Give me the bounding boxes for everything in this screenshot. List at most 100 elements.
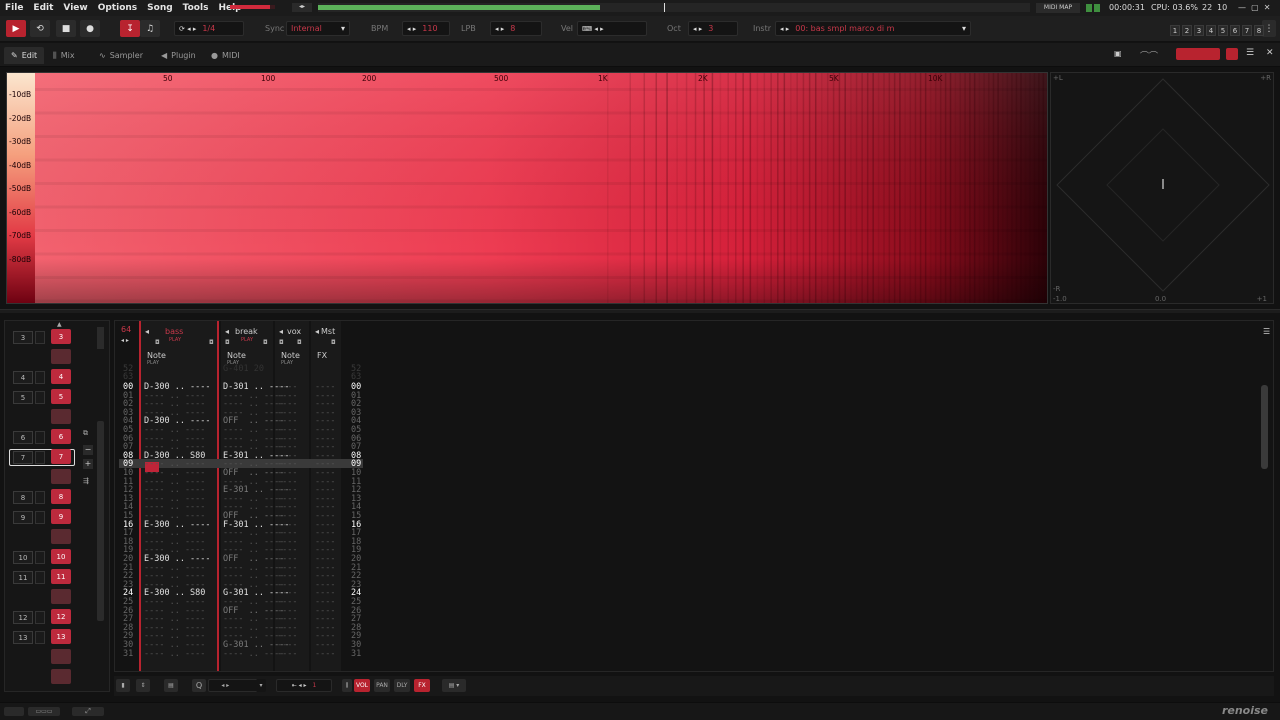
tab-mix[interactable]: ⫼ Mix <box>46 47 82 64</box>
window-controls[interactable]: — ▢ ✕ <box>1238 3 1270 12</box>
pattern-chip[interactable] <box>51 529 71 544</box>
pattern-chip[interactable]: 5 <box>51 389 71 404</box>
pattern-menu-icon[interactable]: ☰ <box>1263 327 1270 336</box>
follow-button[interactable]: ↧ <box>120 20 140 37</box>
menu-view[interactable]: View <box>58 3 92 13</box>
track-header-master[interactable]: ◂ Mst <box>311 323 341 339</box>
splitter[interactable] <box>0 309 1280 313</box>
track-button-2[interactable]: 2 <box>1182 25 1192 36</box>
column-icon[interactable]: ⫼ <box>342 679 352 692</box>
pattern-chip[interactable] <box>51 649 71 664</box>
search-icon[interactable]: Q <box>192 679 206 692</box>
pattern-chip[interactable]: 9 <box>51 509 71 524</box>
song-position-bar[interactable] <box>318 3 1030 12</box>
sequence-mute-box[interactable] <box>35 331 45 344</box>
pattern-chip[interactable]: 13 <box>51 629 71 644</box>
sequence-slot[interactable]: 6 <box>13 431 33 444</box>
sequencer-scrollbar[interactable] <box>97 421 104 621</box>
more-icon[interactable]: ⋮ <box>1262 20 1276 37</box>
pattern-chip[interactable] <box>51 669 71 684</box>
bpm-field[interactable]: ◂ ▸ 110 <box>402 21 450 36</box>
add-button[interactable]: + <box>83 459 93 469</box>
lpb-field[interactable]: ◂ ▸ 8 <box>490 21 542 36</box>
sequence-mute-box[interactable] <box>35 491 45 504</box>
metronome-button[interactable]: ♫ <box>140 20 160 37</box>
settings-icon[interactable]: ▣ <box>1114 49 1122 59</box>
pattern-cell-empty[interactable]: ---- <box>315 649 335 659</box>
track-button-7[interactable]: 7 <box>1242 25 1252 36</box>
octave-field[interactable]: ◂ ▸ 3 <box>688 21 738 36</box>
record-small-button[interactable] <box>1226 48 1238 60</box>
sequence-slot[interactable]: 8 <box>13 491 33 504</box>
pattern-editor[interactable]: 64 ◂ ▸ ◂ bass PLAY ◘ ◘ Note PLAY ◂ break ◘ … <box>114 320 1274 672</box>
pattern-scrollbar[interactable] <box>1261 385 1268 469</box>
pattern-position[interactable]: ⟳ ◂ ▸ 1/4 <box>174 21 244 36</box>
scroll-up-icon[interactable]: ▲ <box>57 321 62 328</box>
pattern-chip[interactable]: 4 <box>51 369 71 384</box>
remove-button[interactable]: − <box>83 445 93 455</box>
track-button-6[interactable]: 6 <box>1230 25 1240 36</box>
record-button[interactable]: ● <box>80 20 100 37</box>
pattern-chip[interactable]: 12 <box>51 609 71 624</box>
sequence-slot[interactable]: 12 <box>13 611 33 624</box>
sequence-mute-box[interactable] <box>35 371 45 384</box>
pattern-chip[interactable]: 8 <box>51 489 71 504</box>
play-button[interactable]: ▶ <box>6 20 26 37</box>
loop-button[interactable]: ⟲ <box>30 20 50 37</box>
track-button-8[interactable]: 8 <box>1254 25 1264 36</box>
expand-icon[interactable]: ⤢ <box>72 707 104 716</box>
pattern-chip[interactable] <box>51 589 71 604</box>
menu-song[interactable]: Song <box>142 3 178 13</box>
waveform-icon[interactable]: ⌒⌒ <box>1140 49 1166 62</box>
pattern-chip[interactable]: 7 <box>51 449 71 464</box>
sequence-mute-box[interactable] <box>35 391 45 404</box>
stop-button[interactable]: ■ <box>56 20 76 37</box>
keyboard-toggle-icon[interactable]: ▭▭▭ <box>28 707 60 716</box>
status-toggle-1[interactable] <box>4 707 24 716</box>
pattern-chip[interactable]: 6 <box>51 429 71 444</box>
chevron-down-icon[interactable]: ▾ <box>256 679 266 692</box>
pattern-cell-bass[interactable]: ---- .. ---- <box>144 649 205 659</box>
pan-column-toggle[interactable]: PAN <box>374 679 390 692</box>
pattern-chip[interactable]: 11 <box>51 569 71 584</box>
quantize-field[interactable]: ◂ ▸ <box>208 679 258 692</box>
pattern-chip[interactable] <box>51 349 71 364</box>
pattern-cell-break[interactable]: ---- .. ---- <box>223 649 284 659</box>
vol-column-toggle[interactable]: VOL <box>354 679 370 692</box>
pattern-chip[interactable] <box>51 409 71 424</box>
sequence-mute-box[interactable] <box>35 431 45 444</box>
instrument-select[interactable]: ◂ ▸ 00: bas smpl marco di m ▾ <box>775 21 971 36</box>
spectrum-analyzer[interactable]: -10dB -20dB -30dB -40dB -50dB -60dB -70dB -80dB… <box>6 72 1048 304</box>
sequencer-scrollbar-handle[interactable] <box>97 327 104 349</box>
menu-options[interactable]: Options <box>93 3 142 13</box>
midi-map-button[interactable]: MIDI MAP <box>1036 3 1080 13</box>
velocity-field[interactable]: ⌨ ◂ ▸ <box>577 21 647 36</box>
tab-edit[interactable]: ✎ Edit <box>4 47 45 64</box>
tab-sampler[interactable]: ∿ Sampler <box>92 47 150 64</box>
pattern-chip[interactable] <box>51 469 71 484</box>
sequence-mute-box[interactable] <box>35 571 45 584</box>
tab-midi[interactable]: ● MIDI <box>204 47 247 64</box>
sequence-slot[interactable]: 3 <box>13 331 33 344</box>
list-icon[interactable]: ☰ <box>1246 48 1254 58</box>
sequence-slot[interactable]: 9 <box>13 511 33 524</box>
clone-icon[interactable]: ⧉ <box>83 429 88 438</box>
toggle-view-icon[interactable]: ⇕ <box>136 679 150 692</box>
pattern-chip[interactable]: 3 <box>51 329 71 344</box>
menu-file[interactable]: File <box>0 3 28 13</box>
pattern-cell-empty[interactable]: ---- <box>277 649 297 659</box>
track-button-5[interactable]: 5 <box>1218 25 1228 36</box>
menu-tools[interactable]: Tools <box>178 3 214 13</box>
column-options-icon[interactable]: ▤ ▾ <box>442 679 466 692</box>
track-button-3[interactable]: 3 <box>1194 25 1204 36</box>
fx-column-toggle[interactable]: FX <box>414 679 430 692</box>
track-button-1[interactable]: 1 <box>1170 25 1180 36</box>
sequence-mute-box[interactable] <box>35 511 45 524</box>
sequence-mute-box[interactable] <box>35 551 45 564</box>
pattern-number[interactable]: 64 <box>121 325 131 334</box>
edit-step-field[interactable]: ⇤ ◂ ▸ 1 <box>276 679 332 692</box>
close-icon[interactable]: ✕ <box>1266 48 1274 58</box>
sequence-mute-box[interactable] <box>35 611 45 624</box>
spectrum-mode-button[interactable] <box>1176 48 1220 60</box>
pin-icon[interactable]: ⇶ <box>83 477 89 485</box>
